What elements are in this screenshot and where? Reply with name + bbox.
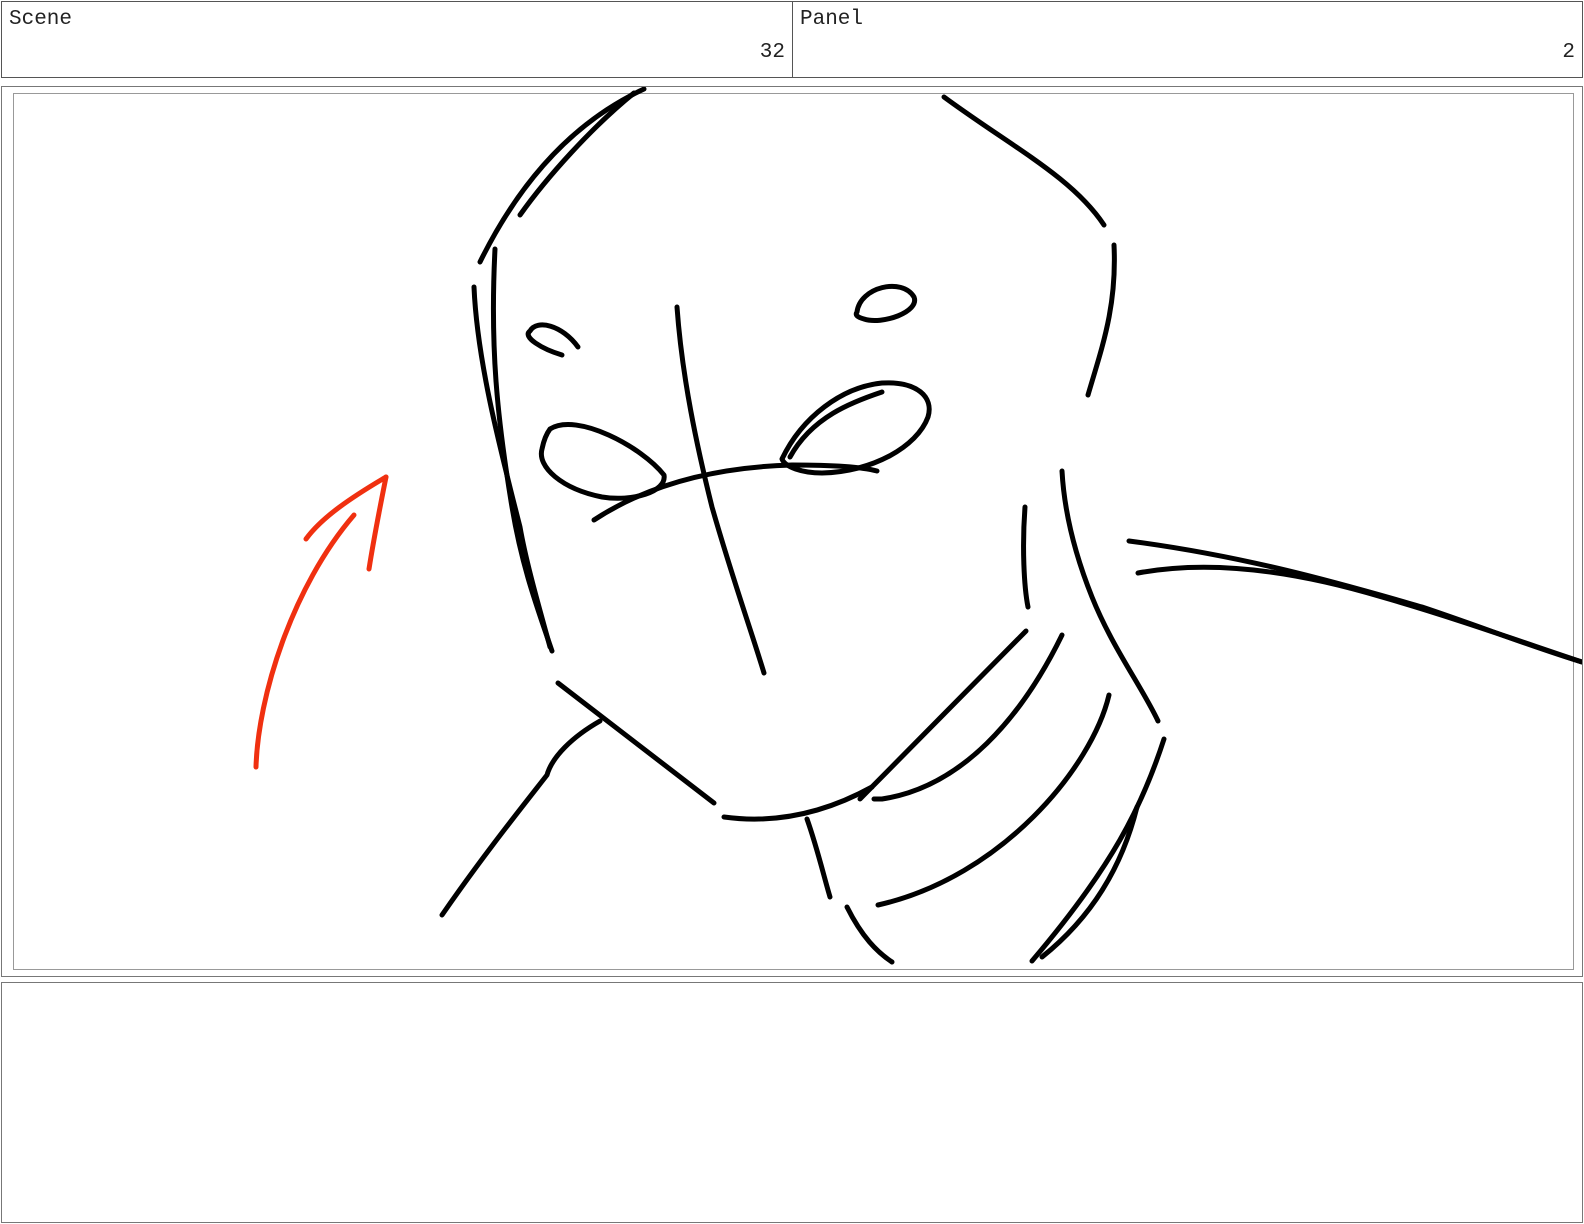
head-outline-left-inner	[517, 90, 637, 218]
head-outline-right-upper	[941, 94, 1107, 228]
head-outline-left-side-2	[471, 284, 553, 650]
scene-number: 32	[759, 41, 785, 64]
arrow-head-right	[366, 474, 389, 572]
jaw-bottom	[721, 784, 875, 822]
panel-label: Panel	[800, 8, 864, 31]
ear-line	[1021, 504, 1031, 610]
right-goggle	[779, 380, 932, 476]
arm-lower	[1135, 564, 1582, 665]
scene-field: Scene 32	[1, 1, 793, 78]
direction-arrow	[253, 474, 389, 770]
panel-number: 2	[1562, 41, 1575, 64]
neck-center	[804, 816, 833, 900]
scene-label: Scene	[9, 8, 73, 31]
head-outline-left-upper	[477, 87, 647, 265]
right-eye	[853, 283, 917, 323]
collar-ring-1	[871, 632, 1065, 802]
arrow-shaft	[253, 512, 357, 770]
panel-notes-area[interactable]	[1, 982, 1583, 1223]
jaw-right	[857, 628, 1029, 802]
storyboard-frame	[1, 86, 1583, 977]
left-goggle	[538, 422, 667, 501]
neck-left	[439, 718, 603, 918]
jaw-left	[555, 680, 717, 806]
collar-left	[844, 904, 895, 965]
shoulder-right-lower	[1029, 736, 1167, 964]
sketch-lines	[439, 87, 1582, 965]
panel-field: Panel 2	[792, 1, 1583, 78]
shoulder-right-outline	[1059, 468, 1161, 724]
face-center-line	[674, 304, 767, 676]
left-eye	[525, 322, 581, 358]
head-outline-right-side	[1085, 242, 1117, 398]
collar-ring-2	[875, 692, 1112, 908]
arm-upper	[1126, 538, 1582, 665]
storyboard-sketch	[253, 87, 1582, 965]
